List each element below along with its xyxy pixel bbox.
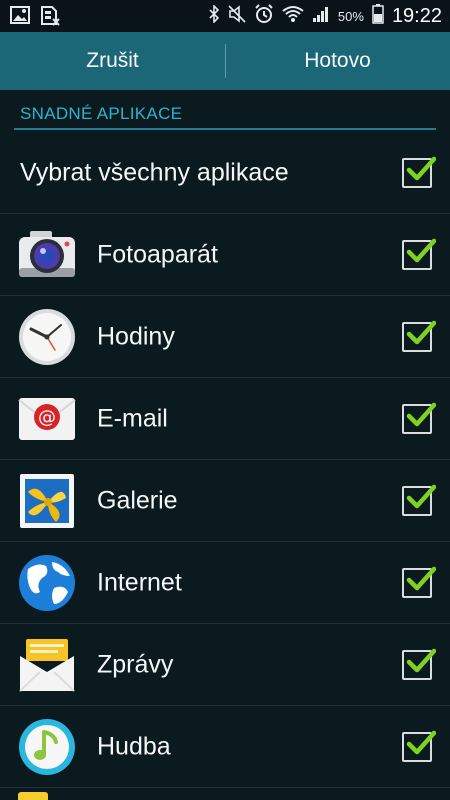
bluetooth-icon — [208, 4, 220, 28]
signal-icon — [312, 5, 330, 28]
app-row-clock[interactable]: Hodiny — [0, 296, 450, 378]
image-icon — [10, 6, 30, 31]
app-checkbox[interactable] — [402, 566, 436, 598]
select-all-label: Vybrat všechny aplikace — [20, 158, 289, 186]
select-all-row[interactable]: Vybrat všechny aplikace — [0, 132, 450, 214]
select-all-checkbox[interactable] — [402, 156, 436, 188]
app-checkbox[interactable] — [402, 730, 436, 762]
clock-time: 19:22 — [391, 5, 442, 27]
app-label: Internet — [97, 568, 182, 596]
app-row-music[interactable]: Hudba — [0, 706, 450, 788]
app-checkbox[interactable] — [402, 484, 436, 516]
app-checkbox[interactable] — [402, 320, 436, 352]
section-header: SNADNÉ APLIKACE — [0, 90, 450, 130]
section-title: SNADNÉ APLIKACE — [20, 104, 183, 123]
app-row-messages[interactable]: Zprávy — [0, 624, 450, 706]
wifi-icon — [282, 5, 304, 28]
action-bar: Zrušit Hotovo — [0, 32, 450, 90]
status-bar: 50% 19:22 — [0, 0, 450, 32]
section-divider — [14, 128, 436, 130]
app-checkbox[interactable] — [402, 402, 436, 434]
email-icon: @ — [18, 390, 76, 448]
app-checkbox[interactable] — [402, 238, 436, 270]
app-label: Hodiny — [97, 322, 175, 350]
app-label: Zprávy — [97, 650, 174, 678]
sim-card-icon — [40, 6, 60, 31]
cancel-button[interactable]: Zrušit — [0, 32, 225, 90]
app-row-gallery[interactable]: Galerie — [0, 460, 450, 542]
app-label: Fotoaparát — [97, 240, 218, 268]
clock-icon — [18, 308, 76, 366]
globe-icon — [18, 554, 76, 612]
app-row-camera[interactable]: Fotoaparát — [0, 214, 450, 296]
gallery-icon — [18, 472, 76, 530]
messages-icon — [18, 636, 76, 694]
app-row-internet[interactable]: Internet — [0, 542, 450, 624]
svg-text:@: @ — [38, 407, 56, 428]
app-checkbox[interactable] — [402, 648, 436, 680]
app-label: Hudba — [97, 732, 171, 760]
action-divider — [225, 44, 226, 78]
battery-icon — [372, 4, 384, 29]
app-label: E-mail — [97, 404, 168, 432]
alarm-icon — [254, 4, 274, 29]
music-icon — [18, 718, 76, 776]
mute-icon — [228, 5, 246, 28]
next-app-icon-partial — [18, 792, 48, 800]
camera-icon — [18, 226, 76, 284]
done-button[interactable]: Hotovo — [225, 32, 450, 90]
app-label: Galerie — [97, 486, 178, 514]
battery-percent: 50% — [337, 9, 364, 24]
app-row-email[interactable]: @ E-mail — [0, 378, 450, 460]
